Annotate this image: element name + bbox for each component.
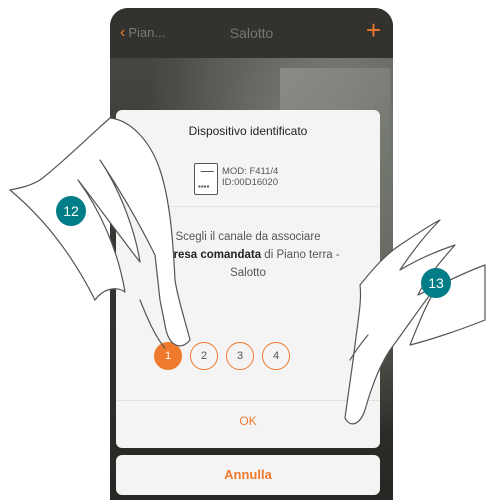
dialog-title: Dispositivo identificato [188,124,308,138]
channel-button-3[interactable]: 3 [226,342,254,370]
device-model: MOD: F411/4 [222,166,279,177]
device-id: ID:00D16020 [222,177,278,188]
divider [116,206,380,207]
instruction-prefix: a [156,249,166,261]
instruction-line1: Scegli il canale da associare [175,231,321,243]
load-name: Presa comandata [165,249,262,261]
instruction-text: Scegli il canale da associare a Presa co… [130,228,366,282]
channel-selector: 1 2 3 4 [154,342,298,372]
app-header: ‹ Pian... Salotto + [110,8,393,58]
switch-module-icon: ▪▪▪▪ [194,163,218,195]
divider [116,400,380,401]
instruction-line3: Salotto [230,267,266,279]
cancel-button[interactable]: Annulla [116,455,380,495]
plus-icon[interactable]: + [366,17,381,43]
ok-button[interactable]: OK [116,414,380,428]
page-title: Salotto [229,25,274,41]
device-info: MOD: F411/4 ID:00D16020 [222,166,278,188]
instruction-suffix: di Piano terra - [261,249,340,261]
channel-button-1[interactable]: 1 [154,342,182,370]
step-badge-13: 13 [421,268,451,298]
channel-button-2[interactable]: 2 [190,342,218,370]
device-identified-dialog: Dispositivo identificato ▪▪▪▪ MOD: F411/… [116,110,380,448]
channel-button-4[interactable]: 4 [262,342,290,370]
step-badge-12: 12 [56,196,86,226]
